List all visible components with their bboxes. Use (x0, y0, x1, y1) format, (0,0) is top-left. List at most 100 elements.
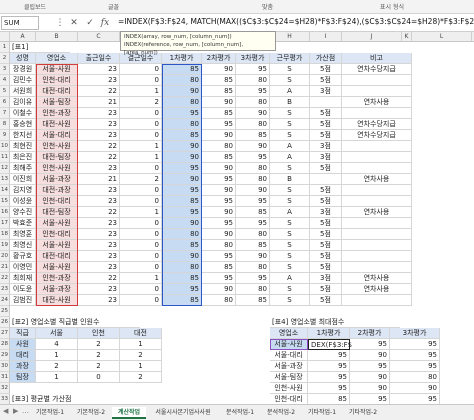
table1-cell[interactable]: 90 (162, 86, 202, 97)
table1-cell[interactable]: 90 (202, 229, 236, 240)
table1-cell[interactable]: 0 (120, 108, 162, 119)
sheet-tab[interactable]: 계산작업 (112, 407, 146, 419)
column-header-c[interactable]: C (78, 32, 120, 42)
table1-cell[interactable]: 5점 (310, 64, 342, 75)
row-header-7[interactable]: 7 (0, 108, 10, 119)
table1-cell[interactable]: 1 (120, 152, 162, 163)
table1-cell[interactable]: 0 (120, 185, 162, 196)
table1-cell[interactable]: 95 (162, 284, 202, 295)
table1-cell[interactable]: 5점 (310, 130, 342, 141)
table1-cell[interactable] (310, 174, 342, 185)
table1-cell[interactable] (342, 229, 412, 240)
table1-cell[interactable]: 23 (78, 240, 120, 251)
table1-cell[interactable]: 80 (202, 295, 236, 306)
table1-cell[interactable]: 연차사용 (342, 174, 412, 185)
row-header-10[interactable]: 10 (0, 141, 10, 152)
table1-cell[interactable]: 23 (78, 108, 120, 119)
table4-cell[interactable]: 서울-사원 (270, 339, 308, 350)
table1-cell[interactable]: 95 (202, 119, 236, 130)
table1-cell[interactable]: 85 (202, 262, 236, 273)
table1-cell[interactable]: 22 (78, 141, 120, 152)
table4-cell[interactable]: 95 (390, 361, 440, 372)
table1-cell[interactable]: 연차수당지급 (342, 64, 412, 75)
table2-cell[interactable]: 0 (78, 372, 120, 383)
table2-cell[interactable]: 1 (36, 372, 78, 383)
table1-cell[interactable]: 80 (202, 240, 236, 251)
table1-cell[interactable]: 인천-과장 (36, 273, 78, 284)
table1-cell[interactable]: 0 (120, 163, 162, 174)
table1-cell[interactable]: 5점 (310, 196, 342, 207)
table1-cell[interactable]: S (270, 240, 310, 251)
row-header-4[interactable]: 4 (0, 75, 10, 86)
row-header-18[interactable]: 18 (0, 229, 10, 240)
row-header-5[interactable]: 5 (0, 86, 10, 97)
table1-cell[interactable]: 서울-사원 (36, 64, 78, 75)
table1-cell[interactable]: 1 (120, 207, 162, 218)
table1-cell[interactable]: 5점 (310, 284, 342, 295)
row-header-16[interactable]: 16 (0, 207, 10, 218)
table1-cell[interactable]: 85 (162, 240, 202, 251)
table1-cell[interactable]: 서울-팀장 (36, 97, 78, 108)
table1-cell[interactable]: 85 (162, 64, 202, 75)
table1-cell[interactable]: 5점 (310, 229, 342, 240)
sheet-tab[interactable]: 분석작업-1 (220, 407, 260, 419)
table1-cell[interactable]: 90 (202, 64, 236, 75)
table4-cell[interactable]: 95 (390, 339, 440, 350)
column-header-k[interactable]: K (402, 32, 412, 42)
table1-cell[interactable]: 90 (202, 97, 236, 108)
row-header-27[interactable]: 27 (0, 328, 10, 339)
table1-cell[interactable]: 95 (202, 251, 236, 262)
table1-cell[interactable]: 인천-대리 (36, 196, 78, 207)
table1-cell[interactable]: S (270, 130, 310, 141)
table1-cell[interactable]: 서울-대리 (36, 130, 78, 141)
table1-cell[interactable]: 85 (202, 108, 236, 119)
table1-cell[interactable]: 0 (120, 196, 162, 207)
row-header-24[interactable]: 24 (0, 295, 10, 306)
table1-cell[interactable]: 서울-과장 (36, 284, 78, 295)
table1-cell[interactable]: 연차사용 (342, 97, 412, 108)
table1-cell[interactable]: 최은진 (10, 152, 36, 163)
table4-cell[interactable]: 서울-과장 (270, 361, 308, 372)
table1-cell[interactable]: 22 (78, 207, 120, 218)
select-all-corner[interactable] (0, 32, 10, 42)
next-sheet-icon[interactable]: ▶ (13, 407, 18, 415)
table1-cell[interactable]: 23 (78, 119, 120, 130)
table1-cell[interactable]: 21 (78, 97, 120, 108)
table1-cell[interactable]: 1 (120, 86, 162, 97)
table1-cell[interactable]: 23 (78, 196, 120, 207)
table1-cell[interactable]: 23 (78, 64, 120, 75)
table1-cell[interactable]: 서울-사원 (36, 218, 78, 229)
table4-cell[interactable]: 95 (350, 339, 390, 350)
table1-cell[interactable]: 95 (236, 218, 270, 229)
table1-cell[interactable]: 95 (162, 108, 202, 119)
table1-cell[interactable]: 3점 (310, 207, 342, 218)
table2-cell[interactable]: 사원 (10, 339, 36, 350)
table1-cell[interactable]: 대전-대리 (36, 86, 78, 97)
table1-cell[interactable]: A (270, 207, 310, 218)
table1-cell[interactable]: S (270, 262, 310, 273)
table1-cell[interactable]: 서울-사원 (36, 262, 78, 273)
table1-cell[interactable] (342, 295, 412, 306)
column-header-b[interactable]: B (36, 32, 78, 42)
table1-cell[interactable]: 대전-과장 (36, 185, 78, 196)
row-header-14[interactable]: 14 (0, 185, 10, 196)
row-header-20[interactable]: 20 (0, 251, 10, 262)
table1-cell[interactable]: 95 (162, 185, 202, 196)
table4-cell[interactable]: 90 (350, 383, 390, 394)
table1-cell[interactable]: 장경원 (10, 64, 36, 75)
table1-cell[interactable]: 95 (236, 152, 270, 163)
table1-cell[interactable]: 5점 (310, 262, 342, 273)
table2-cell[interactable]: 2 (120, 350, 162, 361)
table1-cell[interactable]: 0 (120, 229, 162, 240)
table2-cell[interactable]: 2 (78, 350, 120, 361)
column-header-a[interactable]: A (10, 32, 36, 42)
table1-cell[interactable]: 0 (120, 75, 162, 86)
table1-cell[interactable]: 박효준 (10, 218, 36, 229)
table1-cell[interactable] (342, 251, 412, 262)
table1-cell[interactable]: 85 (202, 152, 236, 163)
table2-cell[interactable]: 1 (36, 350, 78, 361)
table1-cell[interactable]: S (270, 251, 310, 262)
table1-cell[interactable]: 인천-대리 (36, 75, 78, 86)
row-header-19[interactable]: 19 (0, 240, 10, 251)
table1-cell[interactable]: 5점 (310, 119, 342, 130)
